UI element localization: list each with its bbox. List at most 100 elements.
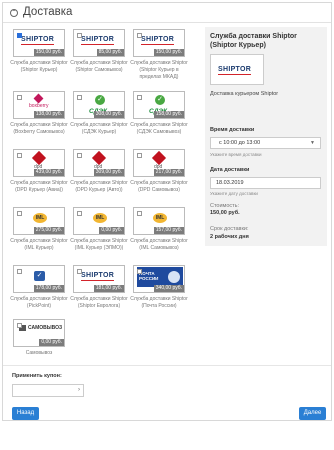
shiptor-logo: SHIPTOR bbox=[21, 36, 55, 45]
iml-logo: IML bbox=[33, 213, 47, 223]
coupon-label: Применить купон: bbox=[12, 373, 62, 379]
delivery-option-tile[interactable]: IML 0,00 руб. bbox=[73, 207, 125, 235]
dpd-cube-icon bbox=[31, 150, 47, 166]
shiptor-logo: SHIPTOR bbox=[141, 36, 175, 45]
delivery-option-tile[interactable]: IML 275,00 руб. bbox=[13, 207, 65, 235]
delivery-header: ⌃ Доставка bbox=[3, 3, 331, 23]
option-checkbox[interactable] bbox=[137, 153, 142, 158]
option-price: 0,00 руб. bbox=[39, 339, 64, 346]
term-value: 2 рабочих дня bbox=[210, 234, 249, 240]
time-label: Время доставки bbox=[210, 127, 255, 133]
iml-logo: IML bbox=[153, 213, 167, 223]
time-hint: Укажите время доставки bbox=[210, 152, 262, 157]
option-checkbox[interactable] bbox=[17, 211, 22, 216]
option-price: 439,00 руб. bbox=[33, 169, 64, 176]
option-caption: Служба доставки Shiptor (Shiptor Курьер … bbox=[130, 60, 188, 80]
delivery-option-tile[interactable]: ПОЧТА РОССИИ 340,00 руб. bbox=[133, 265, 185, 293]
shiptor-logo: SHIPTOR bbox=[81, 272, 115, 281]
option-checkbox[interactable] bbox=[77, 211, 82, 216]
pickup-logo: САМОВЫВОЗ bbox=[28, 325, 63, 331]
option-caption: Служба доставки Shiptor (Boxberry Самовы… bbox=[10, 122, 68, 135]
next-button[interactable]: Далее bbox=[299, 407, 326, 420]
chevron-right-icon[interactable]: › bbox=[78, 387, 80, 393]
back-button[interactable]: Назад bbox=[12, 407, 39, 420]
option-checkbox[interactable] bbox=[77, 95, 82, 100]
delivery-time-select[interactable]: с 10:00 до 13:00 ▼ bbox=[210, 137, 321, 149]
pochta-logo: ПОЧТА РОССИИ bbox=[137, 267, 183, 287]
cost-value: 150,00 руб. bbox=[210, 210, 240, 216]
option-checkbox[interactable] bbox=[17, 33, 22, 38]
option-checkbox[interactable] bbox=[17, 95, 22, 100]
details-logo: SHIPTOR bbox=[210, 54, 264, 85]
delivery-option-tile[interactable]: IML 157,00 руб. bbox=[133, 207, 185, 235]
delivery-option-tile[interactable]: dpd 217,00 руб. bbox=[133, 149, 185, 177]
delivery-option-tile[interactable]: ✓СДЭК308,00 руб. bbox=[73, 91, 125, 119]
delivery-option-tile[interactable]: ✓ 178,00 руб. bbox=[13, 265, 65, 293]
option-price: 275,00 руб. bbox=[33, 227, 64, 234]
option-price: 150,00 руб. bbox=[153, 49, 184, 56]
option-caption: Служба доставки Shiptor (PickPoint) bbox=[10, 296, 68, 309]
option-price: 309,00 руб. bbox=[93, 169, 124, 176]
delivery-option-tile[interactable]: boxberry 138,00 руб. bbox=[13, 91, 65, 119]
divider bbox=[3, 365, 331, 366]
option-caption: Самовывоз bbox=[25, 350, 53, 356]
pickpoint-icon: ✓ bbox=[34, 271, 45, 281]
term-label: Срок доставки: bbox=[210, 226, 249, 232]
delivery-option-tile[interactable]: dpd 309,00 руб. bbox=[73, 149, 125, 177]
dpd-cube-icon bbox=[151, 150, 167, 166]
iml-logo: IML bbox=[93, 213, 107, 223]
date-hint: Укажите дату доставки bbox=[210, 191, 258, 196]
option-checkbox[interactable] bbox=[137, 95, 142, 100]
cdek-check-icon: ✓ bbox=[95, 95, 105, 105]
option-caption: Служба доставки Shiptor (IML Курьер (ЭЛМ… bbox=[70, 238, 128, 251]
coupon-input[interactable] bbox=[13, 391, 73, 403]
option-price: 340,00 руб. bbox=[153, 285, 184, 292]
option-price: 150,00 руб. bbox=[33, 49, 64, 56]
delivery-details-panel: Служба доставки Shiptor (Shiptor Курьер)… bbox=[205, 27, 327, 222]
option-caption: Служба доставки Shiptor (СДЭК Самовывоз) bbox=[130, 122, 188, 135]
cdek-check-icon: ✓ bbox=[155, 95, 165, 105]
option-price: 308,00 руб. bbox=[93, 111, 124, 118]
delivery-option-tile[interactable]: ✓СДЭК158,00 руб. bbox=[133, 91, 185, 119]
eagle-icon bbox=[168, 271, 180, 283]
delivery-frame: ⌃ Доставка SHIPTOR 150,00 руб. Служба дост… bbox=[2, 2, 332, 421]
option-caption: Служба доставки Shiptor (IML Самовывоз) bbox=[130, 238, 188, 251]
option-caption: Служба доставки Shiptor (DPD Самовывоз) bbox=[130, 180, 188, 193]
option-checkbox[interactable] bbox=[137, 269, 142, 274]
option-checkbox[interactable] bbox=[77, 153, 82, 158]
page-title: Доставка bbox=[23, 6, 73, 18]
option-checkbox[interactable] bbox=[77, 269, 82, 274]
option-caption: Служба доставки Shiptor (DPD Курьер (Ави… bbox=[10, 180, 68, 193]
boxberry-logo: boxberry bbox=[29, 103, 49, 109]
delivery-date-input[interactable]: 18.03.2019 bbox=[210, 177, 321, 189]
boxberry-icon bbox=[33, 93, 44, 104]
option-price: 138,00 руб. bbox=[33, 111, 64, 118]
chevron-down-icon: ▼ bbox=[310, 140, 315, 146]
delivery-option-tile[interactable]: САМОВЫВОЗ 0,00 руб. bbox=[13, 319, 65, 347]
option-price: 85,00 руб. bbox=[96, 49, 124, 56]
delivery-option-tile[interactable]: SHIPTOR 150,00 руб. bbox=[133, 29, 185, 57]
option-price: 217,00 руб. bbox=[153, 169, 184, 176]
option-checkbox[interactable] bbox=[17, 269, 22, 274]
option-caption: Служба доставки Shiptor (Почта России) bbox=[130, 296, 188, 309]
shiptor-logo: SHIPTOR bbox=[218, 66, 252, 75]
delivery-option-tile[interactable]: SHIPTOR 150,00 руб. bbox=[13, 29, 65, 57]
option-checkbox[interactable] bbox=[77, 33, 82, 38]
chevron-circle-icon[interactable]: ⌃ bbox=[10, 9, 18, 17]
option-price: 158,00 руб. bbox=[153, 111, 184, 118]
option-checkbox[interactable] bbox=[137, 33, 142, 38]
coupon-field[interactable]: › bbox=[12, 384, 84, 403]
delivery-time-value: с 10:00 до 13:00 bbox=[219, 140, 261, 146]
details-title: Служба доставки Shiptor (Shiptor Курьер) bbox=[210, 33, 297, 49]
option-caption: Служба доставки Shiptor (Shiptor Евролог… bbox=[70, 296, 128, 309]
option-price: 181,00 руб. bbox=[93, 285, 124, 292]
option-checkbox[interactable] bbox=[137, 211, 142, 216]
option-caption: Служба доставки Shiptor (СДЭК Курьер) bbox=[70, 122, 128, 135]
delivery-option-tile[interactable]: SHIPTOR 181,00 руб. bbox=[73, 265, 125, 293]
delivery-option-tile[interactable]: SHIPTOR 85,00 руб. bbox=[73, 29, 125, 57]
option-checkbox[interactable] bbox=[17, 323, 22, 328]
shiptor-logo: SHIPTOR bbox=[81, 36, 115, 45]
delivery-option-tile[interactable]: dpd 439,00 руб. bbox=[13, 149, 65, 177]
option-checkbox[interactable] bbox=[17, 153, 22, 158]
dpd-cube-icon bbox=[91, 150, 107, 166]
